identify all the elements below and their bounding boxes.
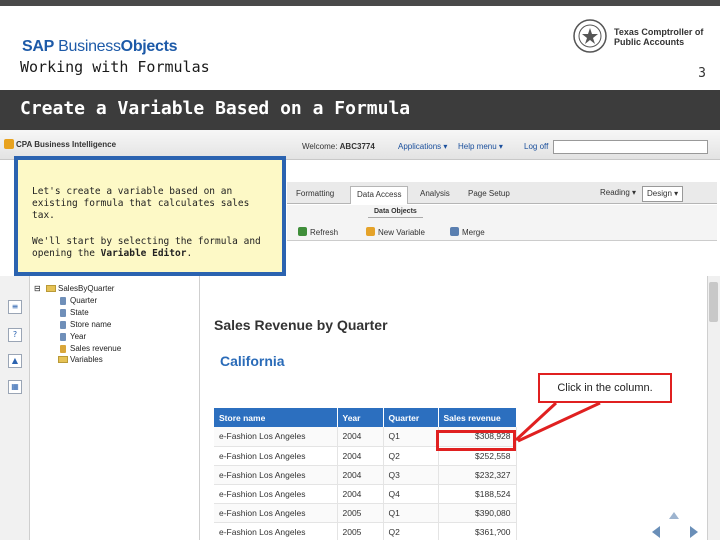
cell-quarter[interactable]: Q2 [383, 522, 439, 540]
tooltip-text: Let's create a variable based on an exis… [32, 186, 250, 221]
table-row: e-Fashion Los Angeles 2004 Q3 $232,327 [214, 465, 517, 485]
new-variable-icon [366, 227, 375, 236]
tree-item-state[interactable]: State [70, 308, 89, 317]
cell-sales-revenue[interactable]: $361,?00 [438, 522, 517, 540]
tree-item-sales-revenue[interactable]: Sales revenue [70, 344, 121, 353]
data-objects-label: Data Objects [368, 208, 423, 218]
report-table: Store name Year Quarter Sales revenue e-… [214, 408, 517, 540]
new-variable-button[interactable]: New Variable [378, 228, 425, 237]
table-row: e-Fashion Los Angeles 2005 Q2 $361,?00 [214, 522, 517, 540]
col-sales-revenue[interactable]: Sales revenue [438, 408, 517, 427]
tree-item-year[interactable]: Year [70, 332, 86, 341]
col-year[interactable]: Year [337, 408, 384, 427]
cell-year[interactable]: 2004 [337, 446, 384, 466]
slide-nav-next-icon[interactable] [690, 526, 698, 538]
table-row: e-Fashion Los Angeles 2004 Q4 $188,524 [214, 484, 517, 504]
cell-store[interactable]: e-Fashion Los Angeles [214, 427, 338, 447]
log-off-link[interactable]: Log off [524, 142, 548, 151]
cell-quarter[interactable]: Q1 [383, 503, 439, 523]
tab-page-setup[interactable]: Page Setup [462, 186, 516, 204]
applications-menu[interactable]: Applications ▾ [398, 142, 447, 151]
expand-icon[interactable]: ⊟ [34, 284, 41, 293]
dimension-icon [60, 321, 66, 329]
search-input[interactable] [553, 140, 708, 154]
col-store-name[interactable]: Store name [214, 408, 338, 427]
tooltip-text: We'll start by selecting the formula and… [32, 236, 261, 259]
design-mode-button[interactable]: Design ▾ [642, 186, 684, 202]
cell-quarter[interactable]: Q1 [383, 427, 439, 447]
help-menu[interactable]: Help menu ▾ [458, 142, 503, 151]
refresh-button[interactable]: Refresh [310, 228, 338, 237]
dimension-icon [60, 309, 66, 317]
welcome-text: Welcome: ABC3774 [302, 142, 375, 151]
tab-analysis[interactable]: Analysis [414, 186, 456, 204]
dimension-icon [60, 333, 66, 341]
texas-seal-icon [573, 19, 607, 53]
slide-subtitle: Working with Formulas [20, 58, 210, 76]
report-title: Sales Revenue by Quarter [214, 317, 388, 333]
cell-year[interactable]: 2004 [337, 465, 384, 485]
cell-sales-revenue[interactable]: $232,327 [438, 465, 517, 485]
tree-item-quarter[interactable]: Quarter [70, 296, 97, 305]
highlight-box [436, 430, 516, 451]
slide: SAP BusinessObjects Working with Formula… [0, 0, 720, 540]
reading-mode-button[interactable]: Reading ▾ [596, 186, 640, 202]
cell-store[interactable]: e-Fashion Los Angeles [214, 503, 338, 523]
query-icon [46, 285, 56, 292]
cell-year[interactable]: 2004 [337, 427, 384, 447]
app-brand: CPA Business Intelligence [16, 140, 117, 149]
col-quarter[interactable]: Quarter [383, 408, 439, 427]
page-number: 3 [698, 66, 706, 81]
cell-quarter[interactable]: Q3 [383, 465, 439, 485]
table-header-row: Store name Year Quarter Sales revenue [214, 408, 517, 427]
table-row: e-Fashion Los Angeles 2005 Q1 $390,080 [214, 503, 517, 523]
available-objects-tree [30, 276, 200, 540]
available-objects-icon[interactable]: ▲ [8, 354, 22, 368]
top-bar [0, 0, 720, 6]
scrollbar-thumb[interactable] [709, 282, 718, 322]
brand-icon [4, 139, 14, 149]
dimension-icon [60, 297, 66, 305]
cell-store[interactable]: e-Fashion Los Angeles [214, 484, 338, 504]
org-name: Texas Comptroller of Public Accounts [614, 27, 704, 47]
instruction-tooltip: Let's create a variable based on an exis… [14, 156, 286, 276]
slide-nav-up-icon[interactable] [669, 512, 679, 519]
tree-item-store-name[interactable]: Store name [70, 320, 111, 329]
cell-quarter[interactable]: Q2 [383, 446, 439, 466]
merge-button[interactable]: Merge [462, 228, 485, 237]
document-structure-icon[interactable]: ≡ [8, 300, 22, 314]
sap-businessobjects-logo: SAP BusinessObjects [22, 38, 178, 55]
cell-store[interactable]: e-Fashion Los Angeles [214, 446, 338, 466]
slide-nav-prev-icon[interactable] [652, 526, 660, 538]
tab-formatting[interactable]: Formatting [290, 186, 340, 204]
section-title: Create a Variable Based on a Formula [20, 98, 411, 119]
refresh-icon [298, 227, 307, 236]
cell-store[interactable]: e-Fashion Los Angeles [214, 465, 338, 485]
cell-year[interactable]: 2005 [337, 522, 384, 540]
folder-icon [58, 356, 68, 363]
tree-folder-variables[interactable]: Variables [70, 355, 103, 364]
cell-store[interactable]: e-Fashion Los Angeles [214, 522, 338, 540]
cell-sales-revenue[interactable]: $390,080 [438, 503, 517, 523]
merge-icon [450, 227, 459, 236]
left-panel-rail: ≡ ? ▲ ▦ [0, 276, 30, 540]
tree-root-salesbyquarter[interactable]: SalesByQuarter [58, 284, 114, 293]
input-controls-icon[interactable]: ? [8, 328, 22, 342]
tab-data-access[interactable]: Data Access [350, 186, 409, 204]
navigation-map-icon[interactable]: ▦ [8, 380, 22, 394]
sub-toolbar [287, 205, 717, 241]
cell-year[interactable]: 2004 [337, 484, 384, 504]
measure-icon [60, 345, 66, 353]
report-section-california: California [220, 353, 285, 369]
instruction-callout: Click in the column. [538, 373, 672, 403]
cell-quarter[interactable]: Q4 [383, 484, 439, 504]
cell-sales-revenue[interactable]: $188,524 [438, 484, 517, 504]
cell-year[interactable]: 2005 [337, 503, 384, 523]
